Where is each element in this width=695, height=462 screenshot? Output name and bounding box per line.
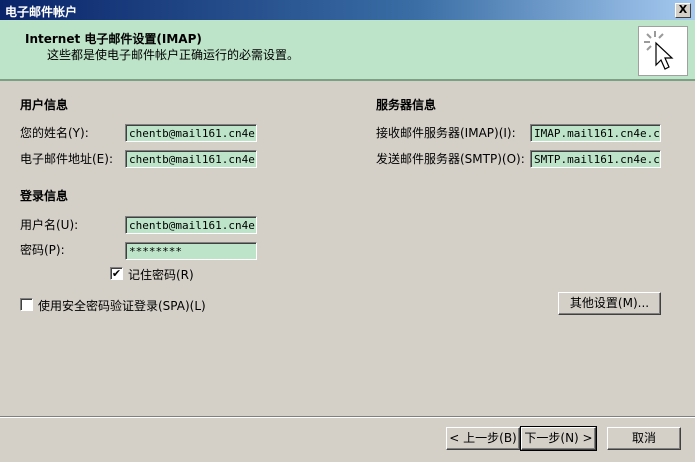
- username-label: 用户名(U):: [20, 218, 79, 232]
- name-field[interactable]: chentb@mail161.cn4e.c: [125, 124, 257, 142]
- incoming-server-label: 接收邮件服务器(IMAP)(I):: [376, 126, 516, 140]
- cursor-click-icon: [638, 26, 688, 76]
- user-info-heading: 用户信息: [20, 98, 69, 112]
- wizard-header: Internet 电子邮件设置(IMAP) 这些都是使电子邮件帐户正确运行的必需…: [0, 20, 695, 81]
- more-settings-button[interactable]: 其他设置(M)...: [558, 292, 661, 315]
- close-icon: X: [678, 3, 688, 16]
- spa-label: 使用安全密码验证登录(SPA)(L): [38, 299, 206, 313]
- cancel-button[interactable]: 取消: [607, 427, 681, 450]
- password-field[interactable]: ********: [125, 242, 257, 260]
- name-label: 您的姓名(Y):: [20, 126, 89, 140]
- incoming-server-field[interactable]: IMAP.mail161.cn4e.com: [530, 124, 661, 142]
- server-info-heading: 服务器信息: [376, 98, 437, 112]
- password-label: 密码(P):: [20, 243, 65, 257]
- remember-password-checkbox[interactable]: ✔: [110, 267, 123, 280]
- title-bar: 电子邮件帐户 X: [0, 0, 695, 20]
- email-field[interactable]: chentb@mail161.cn4e.c: [125, 150, 257, 168]
- spa-checkbox[interactable]: [20, 298, 33, 311]
- username-field[interactable]: chentb@mail161.cn4e.c: [125, 216, 257, 234]
- back-button[interactable]: < 上一步(B): [446, 427, 520, 450]
- header-subtitle: 这些都是使电子邮件帐户正确运行的必需设置。: [47, 48, 300, 62]
- next-button[interactable]: 下一步(N) >: [520, 426, 597, 451]
- login-info-heading: 登录信息: [20, 189, 69, 203]
- remember-password-label: 记住密码(R): [128, 268, 194, 282]
- header-title: Internet 电子邮件设置(IMAP): [25, 32, 202, 46]
- email-label: 电子邮件地址(E):: [20, 152, 113, 166]
- checkmark-icon: ✔: [111, 267, 122, 280]
- window-title: 电子邮件帐户: [5, 5, 78, 19]
- outgoing-server-field[interactable]: SMTP.mail161.cn4e.com: [530, 150, 661, 168]
- outgoing-server-label: 发送邮件服务器(SMTP)(O):: [376, 152, 525, 166]
- footer-divider: [0, 416, 695, 418]
- close-button[interactable]: X: [675, 3, 691, 18]
